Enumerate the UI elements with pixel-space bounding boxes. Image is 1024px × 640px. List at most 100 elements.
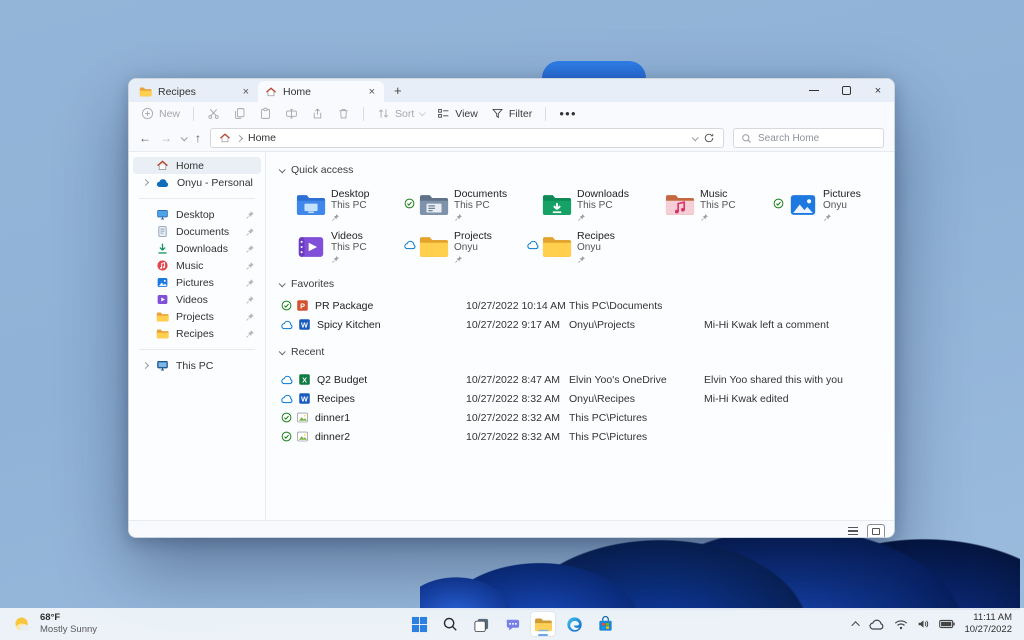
collapse-chevron-icon[interactable] (278, 279, 286, 287)
expand-chevron-icon[interactable] (141, 178, 149, 187)
battery-icon[interactable] (939, 619, 956, 629)
section-header-recent[interactable]: Recent (278, 346, 884, 358)
taskbar: 68°F Mostly Sunny 11:11 AM 10/27/2022 (0, 608, 1024, 640)
date-cell: 10/27/2022 8:47 AM (466, 373, 560, 386)
sidebar-item-downloads[interactable]: Downloads (133, 240, 261, 257)
wifi-icon[interactable] (894, 619, 908, 630)
folder-icon (156, 312, 169, 322)
rename-button[interactable] (285, 107, 298, 120)
chevron-down-icon (418, 109, 427, 117)
svg-text:X: X (302, 375, 307, 384)
pin-icon[interactable] (245, 210, 255, 220)
cut-button[interactable] (207, 107, 220, 120)
see-more-button[interactable]: ●●● (559, 109, 577, 118)
taskbar-clock[interactable]: 11:11 AM 10/27/2022 (964, 612, 1012, 637)
refresh-icon[interactable] (703, 132, 715, 144)
quick-access-tile-projects[interactable]: Projects Onyu (404, 226, 527, 268)
sidebar-item-recipes[interactable]: Recipes (133, 325, 261, 342)
quick-access-tile-pictures[interactable]: Pictures Onyu (773, 184, 894, 226)
tab-close-icon[interactable]: × (367, 86, 377, 98)
sidebar-item-onedrive[interactable]: Onyu - Personal (133, 174, 261, 191)
file-row-dinner1[interactable]: dinner1 10/27/2022 8:32 AM This PC\Pictu… (281, 408, 884, 427)
quick-access-tile-recipes[interactable]: Recipes Onyu (527, 226, 650, 268)
sidebar-item-documents[interactable]: Documents (133, 223, 261, 240)
details-view-button[interactable] (845, 524, 861, 537)
share-button[interactable] (311, 107, 324, 120)
forward-button[interactable]: → (160, 132, 172, 144)
chat-button[interactable] (499, 611, 525, 637)
file-row-dinner2[interactable]: dinner2 10/27/2022 8:32 AM This PC\Pictu… (281, 427, 884, 446)
copy-button[interactable] (233, 107, 246, 120)
collapse-chevron-icon[interactable] (278, 165, 286, 173)
back-button[interactable]: ← (139, 132, 151, 144)
search-button[interactable] (437, 611, 463, 637)
volume-icon[interactable] (917, 618, 930, 630)
file-row-q2-budget[interactable]: X Q2 Budget 10/27/2022 8:47 AM Elvin Yoo… (281, 370, 884, 389)
pin-icon[interactable] (245, 312, 255, 322)
sidebar-item-videos[interactable]: Videos (133, 291, 261, 308)
location-cell: This PC\Pictures (569, 430, 648, 443)
breadcrumb[interactable]: Home (210, 128, 724, 148)
task-view-icon (473, 618, 488, 632)
file-explorer-button[interactable] (530, 611, 556, 637)
pictures-icon (157, 278, 168, 287)
edge-button[interactable] (561, 611, 587, 637)
quick-access-tile-videos[interactable]: Videos This PC (281, 226, 404, 268)
tab-close-icon[interactable]: × (241, 86, 251, 98)
new-button[interactable]: New (141, 107, 180, 120)
search-box[interactable] (733, 128, 884, 148)
start-button[interactable] (406, 611, 432, 637)
up-button[interactable]: ↑ (195, 132, 201, 144)
sidebar-item-this-pc[interactable]: This PC (133, 357, 261, 374)
pin-icon[interactable] (245, 244, 255, 254)
file-row-recipes[interactable]: W Recipes 10/27/2022 8:32 AM Onyu\Recipe… (281, 389, 884, 408)
sidebar-item-projects[interactable]: Projects (133, 308, 261, 325)
section-header-favorites[interactable]: Favorites (278, 278, 884, 290)
address-dropdown-icon[interactable] (691, 133, 699, 141)
sidebar-item-pictures[interactable]: Pictures (133, 274, 261, 291)
quick-access-tile-documents[interactable]: Documents This PC (404, 184, 527, 226)
quick-access-tile-downloads[interactable]: Downloads This PC (527, 184, 650, 226)
expand-chevron-icon[interactable] (141, 361, 149, 370)
microsoft-store-button[interactable] (592, 611, 618, 637)
new-tab-button[interactable]: + (384, 83, 412, 98)
search-icon (443, 617, 457, 631)
quick-access-tile-desktop[interactable]: Desktop This PC (281, 184, 404, 226)
task-view-button[interactable] (468, 611, 494, 637)
tray-overflow-chevron-icon[interactable] (851, 621, 861, 630)
sidebar-item-home[interactable]: Home (133, 157, 261, 174)
filter-button[interactable]: Filter (491, 107, 532, 120)
pin-icon[interactable] (245, 295, 255, 305)
recent-locations-chevron-icon[interactable] (180, 133, 188, 141)
pin-icon[interactable] (245, 329, 255, 339)
file-row-pr-package[interactable]: P PR Package 10/27/2022 10:14 AM This PC… (281, 296, 884, 315)
status-bar (129, 520, 894, 537)
maximize-button[interactable] (830, 79, 862, 102)
pin-icon[interactable] (245, 278, 255, 288)
pin-icon[interactable] (245, 261, 255, 271)
music-folder-icon (665, 195, 695, 215)
view-button[interactable]: View (437, 107, 478, 120)
collapse-chevron-icon[interactable] (278, 347, 286, 355)
quick-access-tile-music[interactable]: Music This PC (650, 184, 773, 226)
location-cell: Elvin Yoo's OneDrive (569, 373, 667, 386)
large-icons-view-button[interactable] (867, 523, 885, 537)
breadcrumb-item-home[interactable]: Home (248, 132, 276, 144)
search-input[interactable] (758, 132, 876, 144)
tab-recipes[interactable]: Recipes × (132, 81, 258, 102)
file-row-spicy-kitchen[interactable]: W Spicy Kitchen 10/27/2022 9:17 AM Onyu\… (281, 315, 884, 334)
desktop-icon (157, 210, 168, 220)
taskbar-weather-widget[interactable]: 68°F Mostly Sunny (0, 612, 220, 636)
delete-button[interactable] (337, 107, 350, 120)
documents-icon (158, 226, 167, 237)
sort-button[interactable]: Sort (377, 107, 427, 120)
sidebar-item-music[interactable]: Music (133, 257, 261, 274)
minimize-button[interactable] (798, 79, 830, 102)
close-button[interactable]: × (862, 79, 894, 102)
onedrive-tray-icon[interactable] (869, 619, 885, 630)
sidebar-item-desktop[interactable]: Desktop (133, 206, 261, 223)
section-header-quick-access[interactable]: Quick access (278, 164, 884, 176)
tab-home[interactable]: Home × (258, 81, 384, 102)
paste-button[interactable] (259, 107, 272, 120)
pin-icon[interactable] (245, 227, 255, 237)
